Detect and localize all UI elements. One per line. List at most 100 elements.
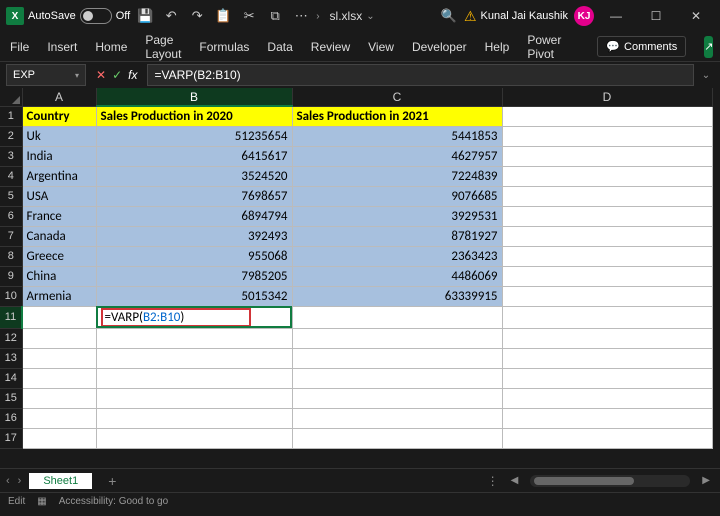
- filename[interactable]: sl.xlsx ⌄: [330, 9, 375, 23]
- cell[interactable]: [96, 368, 292, 388]
- cell[interactable]: [96, 408, 292, 428]
- cell[interactable]: [502, 206, 712, 226]
- column-header[interactable]: B: [96, 88, 292, 106]
- chevron-down-icon[interactable]: ▾: [75, 71, 79, 80]
- cell[interactable]: 7985205: [96, 266, 292, 286]
- cell[interactable]: 6415617: [96, 146, 292, 166]
- tab-formulas[interactable]: Formulas: [199, 40, 249, 54]
- cell[interactable]: [502, 246, 712, 266]
- tab-menu-icon[interactable]: ⋮: [487, 474, 499, 488]
- cell[interactable]: [502, 306, 712, 328]
- fx-icon[interactable]: fx: [128, 68, 137, 82]
- row-header[interactable]: 9: [0, 266, 22, 286]
- cell[interactable]: 9076685: [292, 186, 502, 206]
- cell[interactable]: [96, 348, 292, 368]
- cell[interactable]: [292, 328, 502, 348]
- toggle-switch-icon[interactable]: [80, 8, 112, 24]
- tab-view[interactable]: View: [368, 40, 394, 54]
- cell[interactable]: [22, 408, 96, 428]
- formula-input[interactable]: =VARP(B2:B10): [147, 64, 694, 86]
- cell[interactable]: Argentina: [22, 166, 96, 186]
- column-header[interactable]: D: [502, 88, 712, 106]
- cell[interactable]: [502, 286, 712, 306]
- cell[interactable]: [22, 306, 96, 328]
- column-header[interactable]: C: [292, 88, 502, 106]
- row-header[interactable]: 4: [0, 166, 22, 186]
- undo-icon[interactable]: ↶: [160, 5, 182, 27]
- cell[interactable]: [96, 328, 292, 348]
- sheet-nav-prev[interactable]: ‹: [6, 475, 10, 487]
- row-header[interactable]: 1: [0, 106, 22, 126]
- minimize-button[interactable]: —: [598, 2, 634, 30]
- row-header[interactable]: 12: [0, 328, 22, 348]
- cell[interactable]: [502, 226, 712, 246]
- maximize-button[interactable]: ☐: [638, 2, 674, 30]
- cell[interactable]: USA: [22, 186, 96, 206]
- cell[interactable]: France: [22, 206, 96, 226]
- search-icon[interactable]: 🔍: [438, 5, 460, 27]
- cell[interactable]: [292, 368, 502, 388]
- cell[interactable]: Canada: [22, 226, 96, 246]
- cell[interactable]: 8781927: [292, 226, 502, 246]
- cell[interactable]: [96, 388, 292, 408]
- row-header[interactable]: 15: [0, 388, 22, 408]
- cell[interactable]: [502, 428, 712, 448]
- cell[interactable]: India: [22, 146, 96, 166]
- tab-help[interactable]: Help: [485, 40, 510, 54]
- tab-data[interactable]: Data: [267, 40, 292, 54]
- cell[interactable]: 5441853: [292, 126, 502, 146]
- cell[interactable]: 3929531: [292, 206, 502, 226]
- scroll-left-icon[interactable]: ◀: [507, 475, 523, 486]
- cell[interactable]: 2363423: [292, 246, 502, 266]
- cell[interactable]: 4627957: [292, 146, 502, 166]
- cell[interactable]: China: [22, 266, 96, 286]
- cell[interactable]: [292, 388, 502, 408]
- cell[interactable]: 5015342: [96, 286, 292, 306]
- cell[interactable]: Greece: [22, 246, 96, 266]
- cell[interactable]: [502, 186, 712, 206]
- warning-icon[interactable]: ⚠: [464, 8, 477, 25]
- row-header[interactable]: 10: [0, 286, 22, 306]
- cell[interactable]: [22, 348, 96, 368]
- more-icon[interactable]: ⋯: [290, 5, 312, 27]
- cell[interactable]: [502, 328, 712, 348]
- cell[interactable]: [22, 428, 96, 448]
- cell[interactable]: [22, 328, 96, 348]
- cell[interactable]: Uk: [22, 126, 96, 146]
- sheet-nav-next[interactable]: ›: [18, 475, 22, 487]
- redo-icon[interactable]: ↷: [186, 5, 208, 27]
- row-header[interactable]: 6: [0, 206, 22, 226]
- cell[interactable]: [22, 368, 96, 388]
- cell[interactable]: [502, 388, 712, 408]
- cell[interactable]: [502, 408, 712, 428]
- save-icon[interactable]: 💾: [134, 5, 156, 27]
- spreadsheet-grid[interactable]: ABCD1CountrySales Production in 2020Sale…: [0, 88, 720, 468]
- expand-formula-icon[interactable]: ⌄: [698, 70, 714, 81]
- cut-icon[interactable]: ✂: [238, 5, 260, 27]
- name-box[interactable]: EXP ▾: [6, 64, 86, 86]
- autosave-toggle[interactable]: AutoSave Off: [28, 8, 130, 24]
- active-cell[interactable]: =VARP(B2:B10): [96, 306, 292, 328]
- row-header[interactable]: 11: [0, 306, 22, 328]
- comments-button[interactable]: 💬 Comments: [597, 36, 686, 57]
- horizontal-scrollbar[interactable]: [530, 475, 690, 487]
- cell[interactable]: [502, 266, 712, 286]
- cell[interactable]: [502, 146, 712, 166]
- close-button[interactable]: ✕: [678, 2, 714, 30]
- cell[interactable]: Sales Production in 2021: [292, 106, 502, 126]
- cell[interactable]: [292, 306, 502, 328]
- select-all-button[interactable]: [0, 88, 22, 106]
- cell[interactable]: [292, 408, 502, 428]
- cell[interactable]: [292, 428, 502, 448]
- cell[interactable]: 392493: [96, 226, 292, 246]
- cell[interactable]: [502, 126, 712, 146]
- cancel-icon[interactable]: ✕: [96, 68, 106, 82]
- share-button[interactable]: ↗: [704, 36, 713, 58]
- scrollbar-thumb[interactable]: [534, 477, 634, 485]
- tab-file[interactable]: File: [10, 40, 29, 54]
- sheet-tab[interactable]: Sheet1: [29, 473, 92, 489]
- cell[interactable]: [292, 348, 502, 368]
- row-header[interactable]: 8: [0, 246, 22, 266]
- cell[interactable]: 6894794: [96, 206, 292, 226]
- row-header[interactable]: 13: [0, 348, 22, 368]
